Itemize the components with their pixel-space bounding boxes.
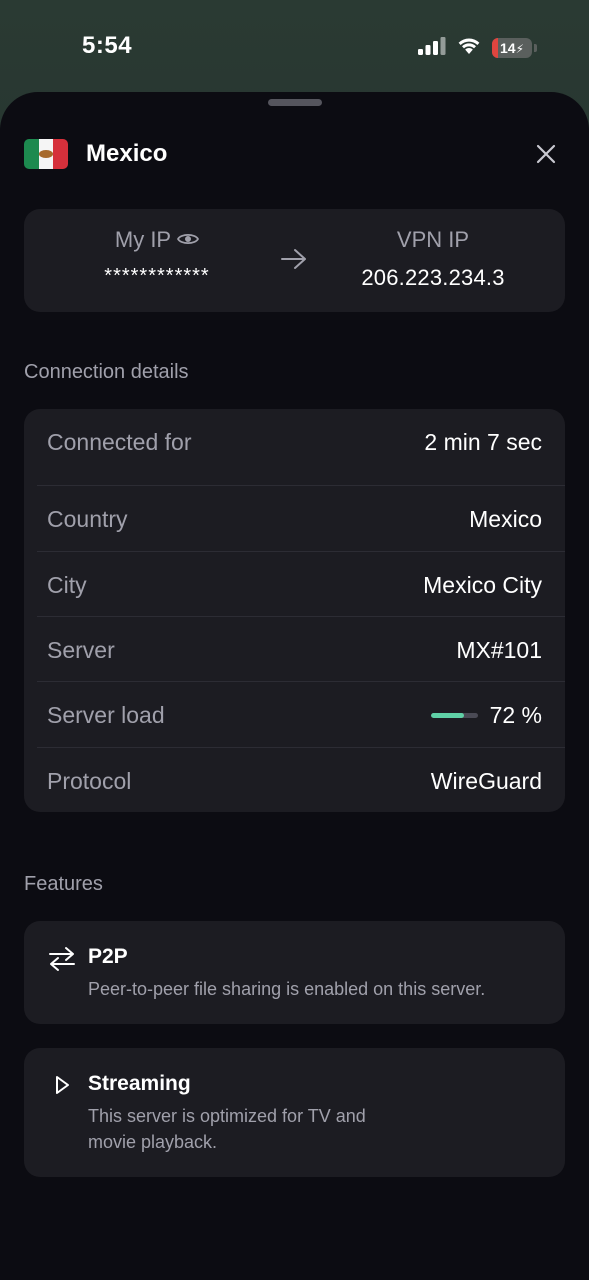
charging-bolt-icon: ⚡: [515, 42, 524, 56]
battery-level: 14: [499, 40, 516, 56]
feature-card-p2p: P2P Peer-to-peer file sharing is enabled…: [24, 921, 565, 1024]
row-divider: [37, 485, 565, 486]
detail-value: 72 %: [489, 701, 542, 728]
ip-card: My IP ************ VPN IP 206.223.234.3: [24, 209, 565, 312]
my-ip-value: ************: [104, 265, 210, 287]
detail-value: WireGuard: [430, 767, 542, 794]
status-bar: 5:54 14⚡: [0, 0, 589, 92]
detail-label: Server: [47, 636, 115, 663]
server-load-bar: [430, 712, 478, 718]
row-divider: [37, 747, 565, 748]
arrow-right-icon: [280, 247, 308, 276]
feature-title: P2P: [88, 945, 128, 968]
vpn-ip-section: VPN IP 206.223.234.3: [333, 227, 533, 291]
connection-details-card: Connected for 2 min 7 sec Country Mexico…: [24, 409, 565, 812]
detail-row-city: City Mexico City: [24, 566, 565, 604]
cellular-signal-icon: [418, 36, 446, 60]
feature-card-streaming: Streaming This server is optimized for T…: [24, 1048, 565, 1177]
eye-icon[interactable]: [177, 227, 200, 253]
play-icon: [48, 1071, 76, 1099]
detail-row-connected-for: Connected for 2 min 7 sec: [24, 423, 565, 461]
row-divider: [37, 681, 565, 682]
vpn-ip-value: 206.223.234.3: [361, 265, 505, 290]
detail-label: Server load: [47, 701, 165, 728]
battery-icon: 14⚡: [492, 38, 537, 58]
detail-row-server: Server MX#101: [24, 631, 565, 669]
my-ip-label: My IP: [114, 227, 172, 252]
sheet-grabber[interactable]: [268, 99, 322, 106]
detail-row-country: Country Mexico: [24, 500, 565, 538]
detail-row-server-load: Server load 72 %: [24, 696, 565, 734]
detail-row-protocol: Protocol WireGuard: [24, 762, 565, 800]
status-icons: 14⚡: [418, 36, 537, 60]
server-details-sheet: Mexico My IP ************ VPN IP 206.223…: [0, 92, 589, 1280]
close-icon: [536, 144, 556, 164]
my-ip-section: My IP ************: [57, 227, 257, 288]
sheet-header: Mexico: [24, 138, 565, 170]
detail-value: MX#101: [456, 636, 542, 663]
vpn-ip-label: VPN IP: [396, 227, 470, 252]
feature-description-line: This server is optimized for TV and: [88, 1106, 366, 1126]
status-time: 5:54: [82, 32, 133, 59]
feature-description-line: movie playback.: [88, 1132, 218, 1152]
detail-label: Country: [47, 505, 128, 532]
detail-label: Protocol: [47, 767, 132, 794]
feature-description: Peer-to-peer file sharing is enabled on …: [88, 979, 486, 999]
detail-label: Connected for: [47, 428, 192, 455]
features-title: Features: [24, 873, 103, 895]
detail-value: Mexico: [469, 505, 542, 532]
detail-value: Mexico City: [423, 571, 542, 598]
close-button[interactable]: [531, 139, 561, 169]
mexico-flag-icon: [24, 139, 68, 169]
server-load-fill: [430, 712, 465, 718]
row-divider: [37, 551, 565, 552]
row-divider: [37, 616, 565, 617]
feature-description: This server is optimized for TV and movi…: [88, 1103, 366, 1155]
wifi-icon: [456, 36, 482, 60]
country-title: Mexico: [86, 140, 168, 167]
connection-details-title: Connection details: [24, 361, 189, 383]
feature-title: Streaming: [88, 1072, 191, 1095]
detail-value: 2 min 7 sec: [424, 428, 542, 455]
detail-label: City: [47, 571, 87, 598]
p2p-arrows-icon: [48, 945, 76, 973]
